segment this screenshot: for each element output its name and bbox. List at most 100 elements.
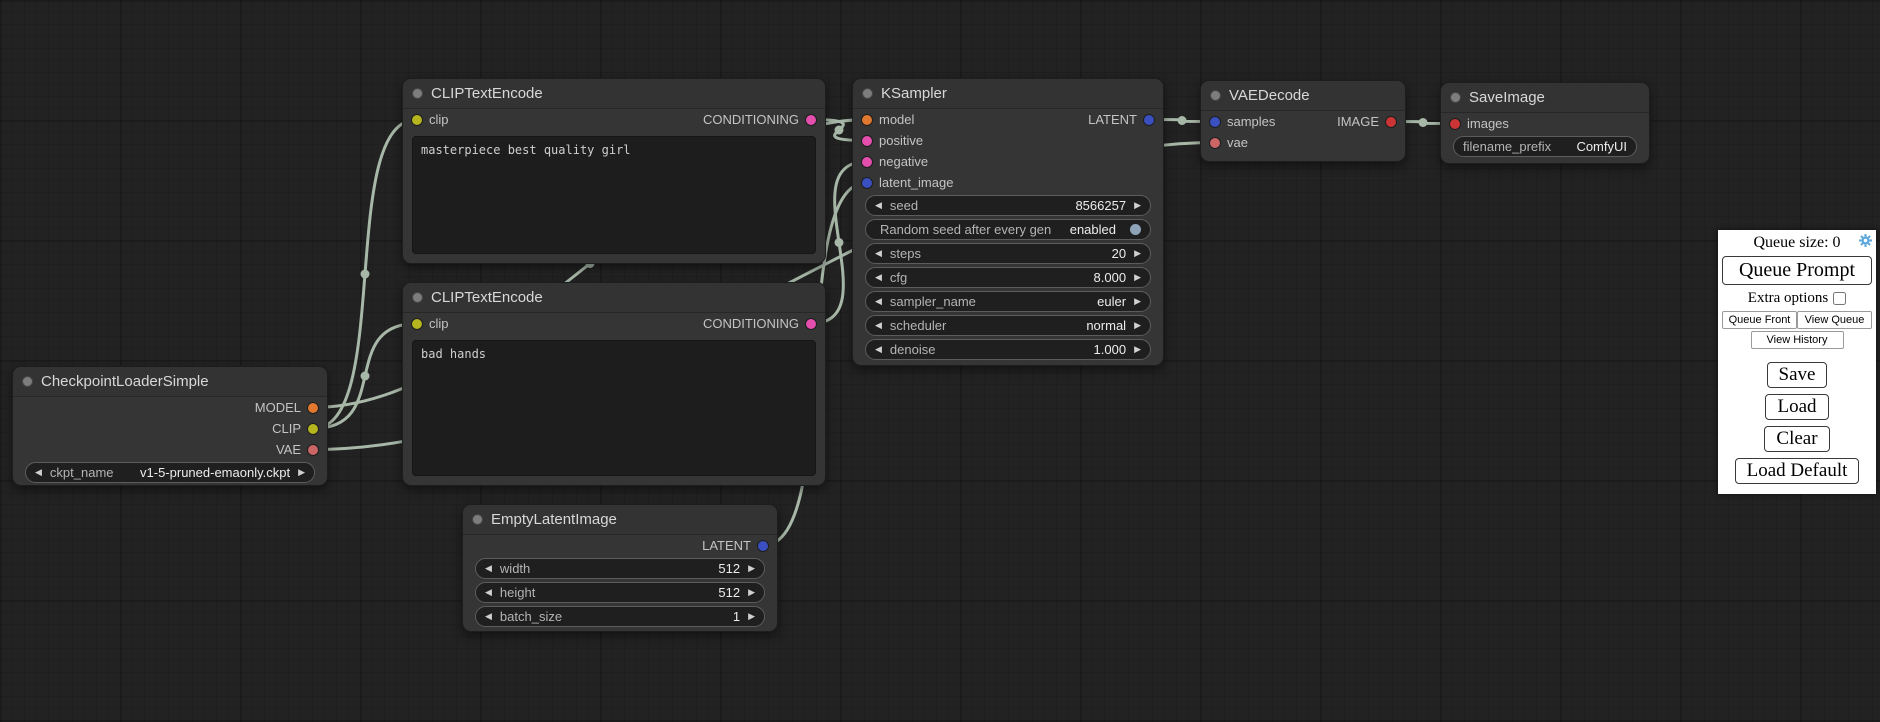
increment-arrow-icon[interactable]: ▶ — [1134, 297, 1141, 306]
view-history-button[interactable]: View History — [1751, 331, 1844, 349]
output-label: LATENT — [1088, 112, 1137, 127]
decrement-arrow-icon[interactable]: ◀ — [875, 273, 882, 282]
node-title-bar[interactable]: CLIPTextEncode — [403, 283, 825, 313]
increment-arrow-icon[interactable]: ▶ — [298, 468, 305, 477]
collapse-dot-icon[interactable] — [862, 88, 873, 99]
input-label: negative — [879, 154, 928, 169]
conditioning-output-dot[interactable] — [806, 115, 816, 125]
input-label: model — [879, 112, 914, 127]
collapse-dot-icon[interactable] — [472, 514, 483, 525]
image-output-dot[interactable] — [1386, 117, 1396, 127]
decrement-arrow-icon[interactable]: ◀ — [875, 201, 882, 210]
clear-button[interactable]: Clear — [1764, 426, 1829, 452]
load-button[interactable]: Load — [1765, 394, 1828, 420]
increment-arrow-icon[interactable]: ▶ — [748, 612, 755, 621]
node-title-bar[interactable]: CLIPTextEncode — [403, 79, 825, 109]
link-midpoint-dot[interactable] — [835, 238, 844, 247]
collapse-dot-icon[interactable] — [412, 88, 423, 99]
collapse-dot-icon[interactable] — [1450, 92, 1461, 103]
queue-prompt-button[interactable]: Queue Prompt — [1722, 256, 1872, 285]
node-title-bar[interactable]: SaveImage — [1441, 83, 1649, 113]
samples-input-dot[interactable] — [1210, 117, 1220, 127]
width-widget[interactable]: ◀ width 512 ▶ — [475, 558, 765, 579]
node-title-bar[interactable]: CheckpointLoaderSimple — [13, 367, 327, 397]
clip-input-dot[interactable] — [412, 319, 422, 329]
node-save-image[interactable]: SaveImage images filename_prefix ComfyUI — [1440, 82, 1650, 164]
positive-input-dot[interactable] — [862, 136, 872, 146]
extra-options-checkbox[interactable] — [1833, 292, 1846, 305]
widget-value: 1 — [733, 609, 740, 624]
node-title-bar[interactable]: EmptyLatentImage — [463, 505, 777, 535]
input-label: vae — [1227, 135, 1248, 150]
toggle-dot-icon[interactable] — [1130, 224, 1141, 235]
negative-input-dot[interactable] — [862, 157, 872, 167]
conditioning-output-dot[interactable] — [806, 319, 816, 329]
latent-image-input-dot[interactable] — [862, 178, 872, 188]
queue-front-button[interactable]: Queue Front — [1722, 311, 1797, 329]
load-default-button[interactable]: Load Default — [1735, 458, 1860, 484]
collapse-dot-icon[interactable] — [22, 376, 33, 387]
node-title-bar[interactable]: VAEDecode — [1201, 81, 1405, 111]
decrement-arrow-icon[interactable]: ◀ — [485, 564, 492, 573]
increment-arrow-icon[interactable]: ▶ — [748, 564, 755, 573]
latent-output-dot[interactable] — [1144, 115, 1154, 125]
collapse-dot-icon[interactable] — [1210, 90, 1221, 101]
vae-output-dot[interactable] — [308, 445, 318, 455]
view-queue-button[interactable]: View Queue — [1797, 311, 1872, 329]
negative-prompt-textarea[interactable]: bad hands — [412, 340, 816, 476]
decrement-arrow-icon[interactable]: ◀ — [485, 612, 492, 621]
settings-gear-icon[interactable] — [1858, 233, 1873, 248]
filename-prefix-widget[interactable]: filename_prefix ComfyUI — [1453, 136, 1637, 157]
clip-input-dot[interactable] — [412, 115, 422, 125]
scheduler-widget[interactable]: ◀ scheduler normal ▶ — [865, 315, 1151, 336]
slot-row: samples IMAGE — [1201, 111, 1405, 132]
link-midpoint-dot[interactable] — [361, 270, 370, 279]
increment-arrow-icon[interactable]: ▶ — [1134, 321, 1141, 330]
increment-arrow-icon[interactable]: ▶ — [1134, 249, 1141, 258]
model-output-dot[interactable] — [308, 403, 318, 413]
cfg-widget[interactable]: ◀ cfg 8.000 ▶ — [865, 267, 1151, 288]
output-label: CONDITIONING — [703, 316, 799, 331]
node-empty-latent-image[interactable]: EmptyLatentImage LATENT ◀ width 512 ▶ ◀ … — [462, 504, 778, 632]
decrement-arrow-icon[interactable]: ◀ — [875, 297, 882, 306]
output-slot-row: LATENT — [463, 535, 777, 556]
decrement-arrow-icon[interactable]: ◀ — [875, 249, 882, 258]
model-input-dot[interactable] — [862, 115, 872, 125]
random-seed-toggle-widget[interactable]: Random seed after every gen enabled — [865, 219, 1151, 240]
node-vae-decode[interactable]: VAEDecode samples IMAGE vae — [1200, 80, 1406, 162]
node-clip-text-encode-positive[interactable]: CLIPTextEncode clip CONDITIONING masterp… — [402, 78, 826, 264]
node-ksampler[interactable]: KSampler model LATENT positive negative … — [852, 78, 1164, 366]
increment-arrow-icon[interactable]: ▶ — [1134, 273, 1141, 282]
link-midpoint-dot[interactable] — [1178, 116, 1187, 125]
link-midpoint-dot[interactable] — [361, 372, 370, 381]
sampler-name-widget[interactable]: ◀ sampler_name euler ▶ — [865, 291, 1151, 312]
seed-widget[interactable]: ◀ seed 8566257 ▶ — [865, 195, 1151, 216]
steps-widget[interactable]: ◀ steps 20 ▶ — [865, 243, 1151, 264]
vae-input-dot[interactable] — [1210, 138, 1220, 148]
batch-size-widget[interactable]: ◀ batch_size 1 ▶ — [475, 606, 765, 627]
decrement-arrow-icon[interactable]: ◀ — [35, 468, 42, 477]
height-widget[interactable]: ◀ height 512 ▶ — [475, 582, 765, 603]
decrement-arrow-icon[interactable]: ◀ — [875, 345, 882, 354]
positive-prompt-textarea[interactable]: masterpiece best quality girl — [412, 136, 816, 254]
node-clip-text-encode-negative[interactable]: CLIPTextEncode clip CONDITIONING bad han… — [402, 282, 826, 486]
link-midpoint-dot[interactable] — [835, 126, 844, 135]
clip-output-dot[interactable] — [308, 424, 318, 434]
save-button[interactable]: Save — [1767, 362, 1828, 388]
link-midpoint-dot[interactable] — [1419, 118, 1428, 127]
increment-arrow-icon[interactable]: ▶ — [1134, 201, 1141, 210]
widget-label: denoise — [890, 342, 936, 357]
node-checkpoint-loader-simple[interactable]: CheckpointLoaderSimple MODEL CLIP VAE ◀ … — [12, 366, 328, 486]
node-title-bar[interactable]: KSampler — [853, 79, 1163, 109]
increment-arrow-icon[interactable]: ▶ — [748, 588, 755, 597]
latent-output-dot[interactable] — [758, 541, 768, 551]
node-title: CLIPTextEncode — [431, 85, 543, 102]
decrement-arrow-icon[interactable]: ◀ — [875, 321, 882, 330]
increment-arrow-icon[interactable]: ▶ — [1134, 345, 1141, 354]
ckpt-name-widget[interactable]: ◀ ckpt_name v1-5-pruned-emaonly.ckpt ▶ — [25, 462, 315, 483]
decrement-arrow-icon[interactable]: ◀ — [485, 588, 492, 597]
collapse-dot-icon[interactable] — [412, 292, 423, 303]
denoise-widget[interactable]: ◀ denoise 1.000 ▶ — [865, 339, 1151, 360]
node-title: EmptyLatentImage — [491, 511, 617, 528]
images-input-dot[interactable] — [1450, 119, 1460, 129]
